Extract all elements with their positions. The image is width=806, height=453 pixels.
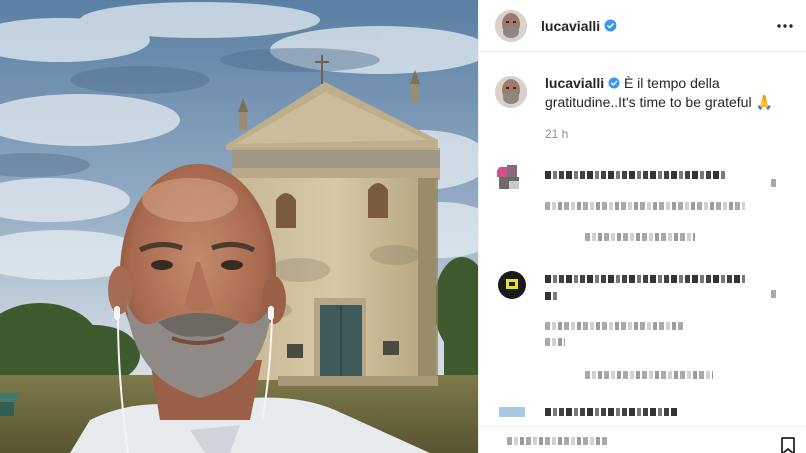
selfie-church-image [0, 0, 478, 453]
more-options-icon[interactable] [773, 14, 797, 38]
post-timestamp[interactable]: 21 h [545, 127, 568, 141]
verified-badge-icon [604, 19, 617, 32]
comment-text-obscured [545, 322, 685, 330]
caption-username[interactable]: lucavialli [545, 75, 604, 91]
header-username[interactable]: lucavialli [541, 18, 600, 34]
comment-text-obscured [545, 292, 557, 300]
post-header: lucavialli [479, 0, 806, 52]
comment-replies-obscured [585, 233, 695, 241]
post-details-panel: lucavialli lucavialli È il tempo della g… [478, 0, 806, 453]
caption-emoji: 🙏 [755, 94, 773, 110]
comment-avatar[interactable] [495, 163, 525, 193]
caption-text-block: lucavialli È il tempo della gratitudine.… [545, 74, 795, 112]
verified-badge-icon [608, 77, 620, 89]
avatar[interactable] [495, 9, 527, 42]
avatar-image [495, 9, 527, 42]
post-caption: lucavialli È il tempo della gratitudine.… [495, 74, 795, 112]
comment-username-obscured [545, 171, 725, 179]
comment-username-obscured [545, 275, 745, 283]
bookmark-icon[interactable] [779, 437, 797, 453]
comment-username-obscured [545, 408, 677, 416]
caption-avatar[interactable] [495, 76, 527, 108]
comment-like-icon-obscured[interactable] [771, 290, 777, 298]
comment-text-obscured [545, 202, 745, 210]
comment-like-icon-obscured[interactable] [771, 179, 777, 187]
comment-replies-obscured [585, 371, 713, 379]
avatar-image [495, 76, 527, 108]
post-actions-bar [479, 426, 806, 453]
post-photo [0, 0, 478, 453]
comment-avatar[interactable] [497, 270, 527, 300]
comment-text-obscured [545, 338, 565, 346]
comment-avatar[interactable] [497, 403, 527, 417]
action-icons-obscured[interactable] [507, 437, 607, 445]
